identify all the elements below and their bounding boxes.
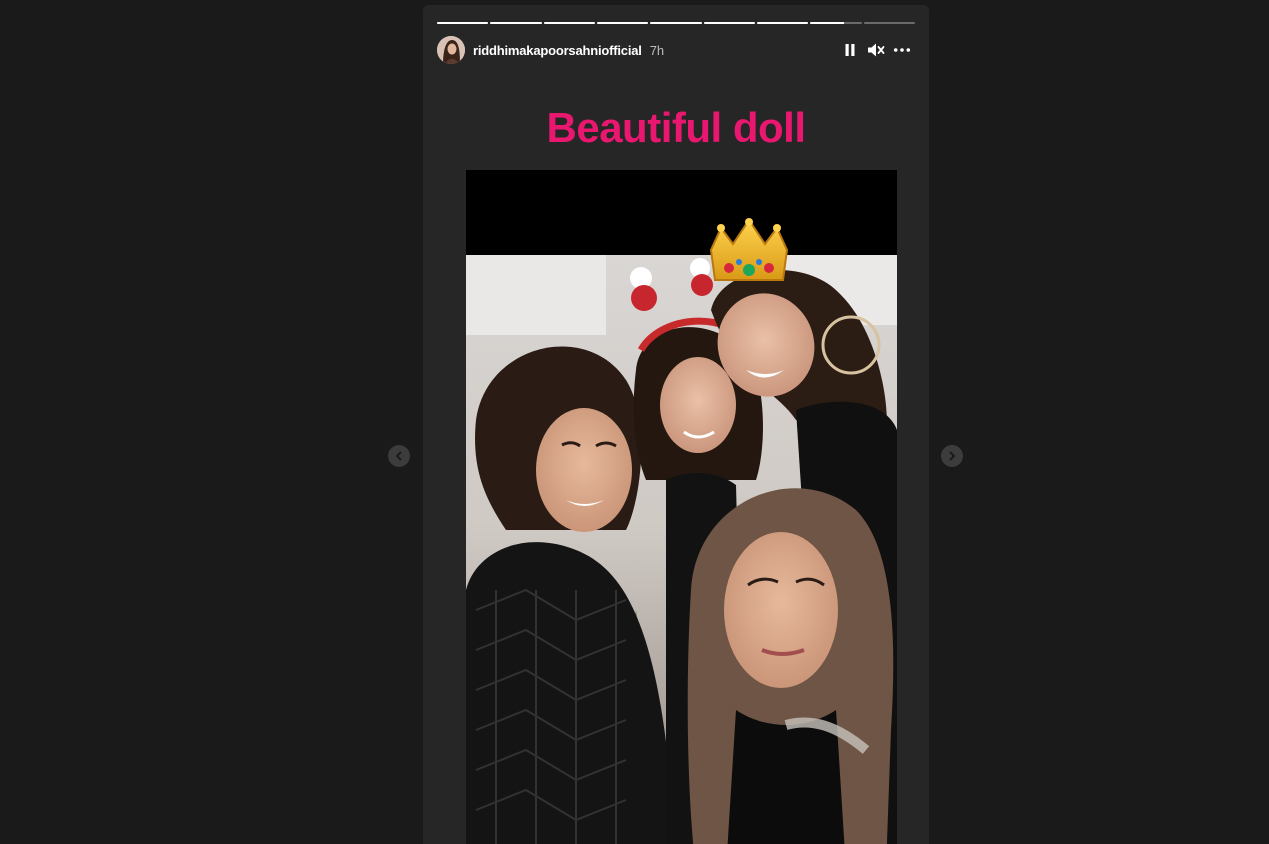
story-progress-bar xyxy=(437,22,915,24)
progress-segment xyxy=(756,22,809,24)
post-time: 7h xyxy=(649,42,665,58)
progress-segment xyxy=(490,22,542,24)
progress-segment xyxy=(596,22,649,24)
story-viewer: riddhimakapoorsahniofficial 7h Beautiful… xyxy=(0,0,1269,844)
story-caption: Beautiful doll xyxy=(546,104,807,151)
story-card[interactable]: riddhimakapoorsahniofficial 7h Beautiful… xyxy=(423,5,929,844)
progress-segment xyxy=(810,22,862,24)
progress-segment-fill xyxy=(437,22,489,24)
story-photo xyxy=(466,170,897,844)
progress-segment xyxy=(650,22,702,24)
story-controls xyxy=(841,41,915,59)
progress-segment xyxy=(703,22,755,24)
progress-segment-fill xyxy=(650,22,702,24)
more-options-button[interactable] xyxy=(893,41,911,59)
progress-segment xyxy=(543,22,595,24)
chevron-right-icon xyxy=(949,451,955,461)
progress-segment-fill xyxy=(596,22,649,24)
next-story-button[interactable] xyxy=(941,445,963,467)
progress-segment xyxy=(863,22,915,24)
progress-segment-fill xyxy=(756,22,809,24)
username-link[interactable]: riddhimakapoorsahniofficial xyxy=(473,43,642,58)
progress-segment-fill xyxy=(543,22,595,24)
progress-segment xyxy=(437,22,489,24)
progress-segment-fill xyxy=(703,22,755,24)
story-header: riddhimakapoorsahniofficial 7h xyxy=(437,35,915,65)
progress-segment-fill xyxy=(490,22,542,24)
pause-button[interactable] xyxy=(841,41,859,59)
previous-story-button[interactable] xyxy=(388,445,410,467)
muted-speaker-icon xyxy=(868,43,885,57)
mute-button[interactable] xyxy=(867,41,885,59)
crown-sticker xyxy=(709,218,789,281)
chevron-left-icon xyxy=(396,451,402,461)
progress-segment-fill xyxy=(810,22,844,24)
avatar[interactable] xyxy=(437,36,465,64)
pause-icon xyxy=(845,44,855,56)
more-options-icon xyxy=(893,48,911,52)
